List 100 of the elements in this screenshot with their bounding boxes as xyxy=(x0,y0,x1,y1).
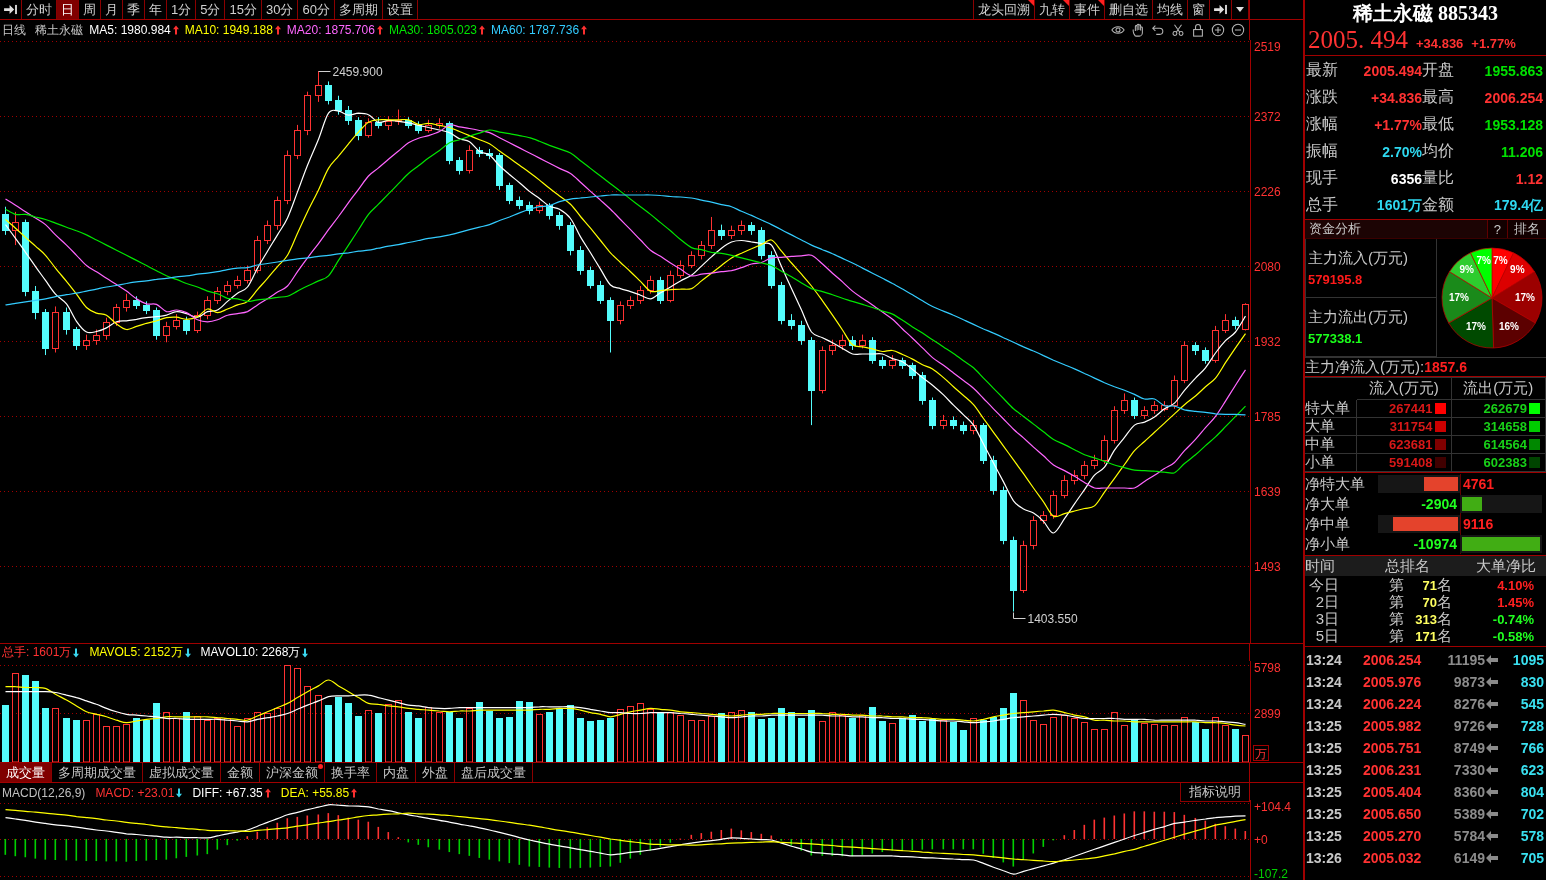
volume-bar xyxy=(1161,725,1168,762)
volume-bar xyxy=(1040,724,1047,762)
corner-triangle-icon xyxy=(1098,0,1104,6)
macd-bar xyxy=(448,838,451,853)
volume-bar xyxy=(940,720,947,762)
candle xyxy=(960,421,967,435)
volume-bar xyxy=(395,700,402,762)
help-button[interactable]: 指标说明 xyxy=(1180,783,1249,802)
trade-count: 1095 xyxy=(1511,652,1544,668)
scissors-icon[interactable] xyxy=(1171,23,1185,37)
hand-icon[interactable] xyxy=(1131,23,1145,37)
period-tab[interactable]: 日 xyxy=(57,0,79,19)
lock-icon[interactable] xyxy=(1191,23,1205,37)
volume-bar xyxy=(214,718,221,762)
unit-label: 万 xyxy=(1253,745,1269,761)
volume-bar xyxy=(1222,725,1229,762)
quote-label: 最低 xyxy=(1422,114,1455,134)
quote-label: 现手 xyxy=(1306,168,1339,188)
candle xyxy=(12,211,19,246)
volume-bar xyxy=(335,697,342,762)
section-title: 资金分析 xyxy=(1308,220,1362,238)
slice-label: 7% xyxy=(1492,255,1508,267)
candle xyxy=(526,201,533,215)
volume-bar xyxy=(567,705,574,762)
candle xyxy=(667,270,674,303)
rank-number: 171 xyxy=(1414,629,1437,644)
indicator-value: MA10: 1949.188 xyxy=(184,23,273,37)
candle xyxy=(829,339,836,356)
axis-label: +0 xyxy=(1254,832,1268,847)
macd-bar xyxy=(1103,817,1106,839)
rank-suffix: 名 xyxy=(1437,593,1453,612)
macd-bar xyxy=(1173,812,1176,839)
macd-bar xyxy=(629,838,632,859)
volume-bar xyxy=(1212,717,1219,762)
rank-prefix: 第 xyxy=(1389,593,1405,612)
axis-label: 1493 xyxy=(1254,559,1281,574)
volume-bar xyxy=(415,718,422,762)
left-arrow-icon xyxy=(1486,655,1498,665)
macd-bar xyxy=(1083,824,1086,839)
trade-count: 578 xyxy=(1519,828,1544,844)
help-button[interactable]: ? xyxy=(1486,220,1507,238)
quote-value: 1953.128 xyxy=(1483,116,1543,133)
candle xyxy=(476,146,483,158)
macd-bar xyxy=(498,838,501,862)
candle xyxy=(768,250,775,290)
macd-bar xyxy=(206,838,209,855)
volume-bar xyxy=(667,712,674,762)
volume-bar xyxy=(83,720,90,762)
eye-icon[interactable] xyxy=(1111,23,1125,37)
volume-bar xyxy=(234,726,241,762)
rank-prefix: 第 xyxy=(1389,627,1405,646)
trade-volume: 11195 xyxy=(1446,652,1485,668)
volume-bar xyxy=(879,721,886,762)
ratio-value: -0.58% xyxy=(1491,629,1534,644)
macd-bar xyxy=(1194,817,1197,839)
volume-bar xyxy=(758,719,765,762)
minus-circle-icon[interactable] xyxy=(1231,23,1245,37)
corner-triangle-icon xyxy=(1028,0,1034,6)
volume-bar xyxy=(607,718,614,762)
leader-line xyxy=(1013,612,1026,619)
indicator-value: MAVOL5: 2152万 xyxy=(89,644,183,661)
quote-value: +1.77% xyxy=(1373,116,1422,133)
volume-bar xyxy=(768,718,775,762)
plus-circle-icon[interactable] xyxy=(1211,23,1225,37)
rank-button[interactable]: 排名 xyxy=(1507,220,1546,238)
volume-bar xyxy=(909,715,916,762)
candle xyxy=(919,371,926,406)
volume-bar xyxy=(103,726,110,762)
volume-bar xyxy=(355,716,362,762)
undo-icon[interactable] xyxy=(1151,23,1165,37)
candle xyxy=(1151,400,1158,415)
macd-bar xyxy=(538,838,541,867)
trade-price: 2006.224 xyxy=(1363,696,1423,712)
macd-bar xyxy=(810,838,813,856)
candle xyxy=(1202,346,1209,365)
axis-label: 2519 xyxy=(1254,40,1281,54)
candle xyxy=(1081,460,1088,480)
arrow-bar-icon xyxy=(4,4,17,15)
quote-label: 量比 xyxy=(1422,168,1455,188)
indicator-tab[interactable]: 成交量 xyxy=(0,763,52,782)
macd-bar xyxy=(831,838,834,856)
candle xyxy=(173,313,180,330)
row-label: 今日 xyxy=(1308,576,1339,595)
macd-bar xyxy=(911,838,914,850)
macd-bar xyxy=(931,838,934,850)
toolbar-button[interactable]: 龙头回溯 xyxy=(973,0,1035,19)
candle xyxy=(970,419,977,435)
macd-bar xyxy=(1143,811,1146,839)
candle xyxy=(395,109,402,126)
volume-bar xyxy=(163,712,170,762)
volume-bar xyxy=(899,718,906,762)
trade-count: 623 xyxy=(1519,762,1544,778)
row-label: 3日 xyxy=(1314,610,1339,629)
macd-bar xyxy=(1113,815,1116,839)
volume-bar xyxy=(486,711,493,762)
macd-bar xyxy=(367,821,370,839)
net-flow-label: 净特大单 xyxy=(1305,474,1366,494)
trade-price: 2005.751 xyxy=(1363,740,1423,756)
volume-bar xyxy=(1000,708,1007,762)
candle xyxy=(940,414,947,430)
